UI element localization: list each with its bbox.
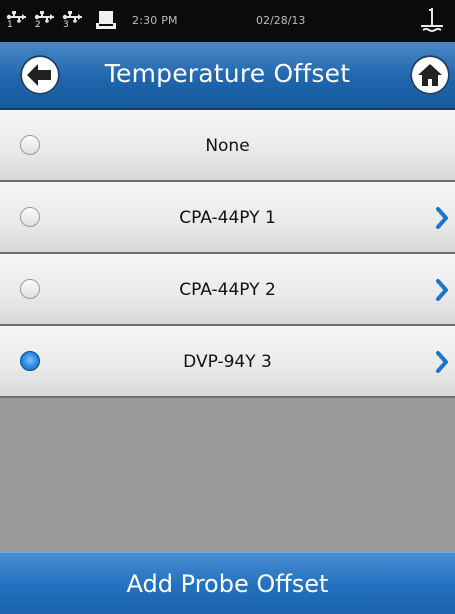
- option-label: CPA-44PY 1: [179, 208, 276, 228]
- usb-icon: 1: [6, 10, 28, 30]
- option-label: CPA-44PY 2: [179, 280, 276, 300]
- option-row-cpa-44py-1[interactable]: CPA-44PY 1: [0, 182, 455, 254]
- status-date: 02/28/13: [256, 14, 306, 27]
- usb-port-number: 1: [7, 20, 13, 30]
- home-icon: [418, 64, 442, 86]
- usb-port-number: 3: [63, 20, 69, 30]
- screen: 1 2 3 2:30 PM 02/28/13 Temperature Offse…: [0, 0, 455, 614]
- header-bar: Temperature Offset: [0, 42, 455, 110]
- status-time: 2:30 PM: [132, 14, 178, 27]
- page-title: Temperature Offset: [104, 59, 351, 88]
- option-label: DVP-94Y 3: [183, 352, 272, 372]
- offset-option-list: None CPA-44PY 1 CPA-44PY 2 DVP-94Y 3: [0, 110, 455, 398]
- option-label: None: [205, 136, 250, 156]
- usb-icon: 3: [62, 10, 84, 30]
- chevron-right-icon[interactable]: [436, 207, 448, 229]
- usb-port-number: 2: [35, 20, 41, 30]
- add-probe-offset-label: Add Probe Offset: [126, 570, 329, 598]
- home-button[interactable]: [410, 55, 450, 95]
- add-probe-offset-button[interactable]: Add Probe Offset: [0, 552, 455, 614]
- option-row-none[interactable]: None: [0, 110, 455, 182]
- option-row-dvp-94y-3[interactable]: DVP-94Y 3: [0, 326, 455, 398]
- option-row-cpa-44py-2[interactable]: CPA-44PY 2: [0, 254, 455, 326]
- chevron-right-icon[interactable]: [436, 351, 448, 373]
- printer-icon: [96, 9, 116, 31]
- chevron-right-icon[interactable]: [436, 279, 448, 301]
- status-bar: 1 2 3 2:30 PM 02/28/13: [0, 0, 455, 42]
- usb-icon: 2: [34, 10, 56, 30]
- probe-icon: [419, 6, 445, 36]
